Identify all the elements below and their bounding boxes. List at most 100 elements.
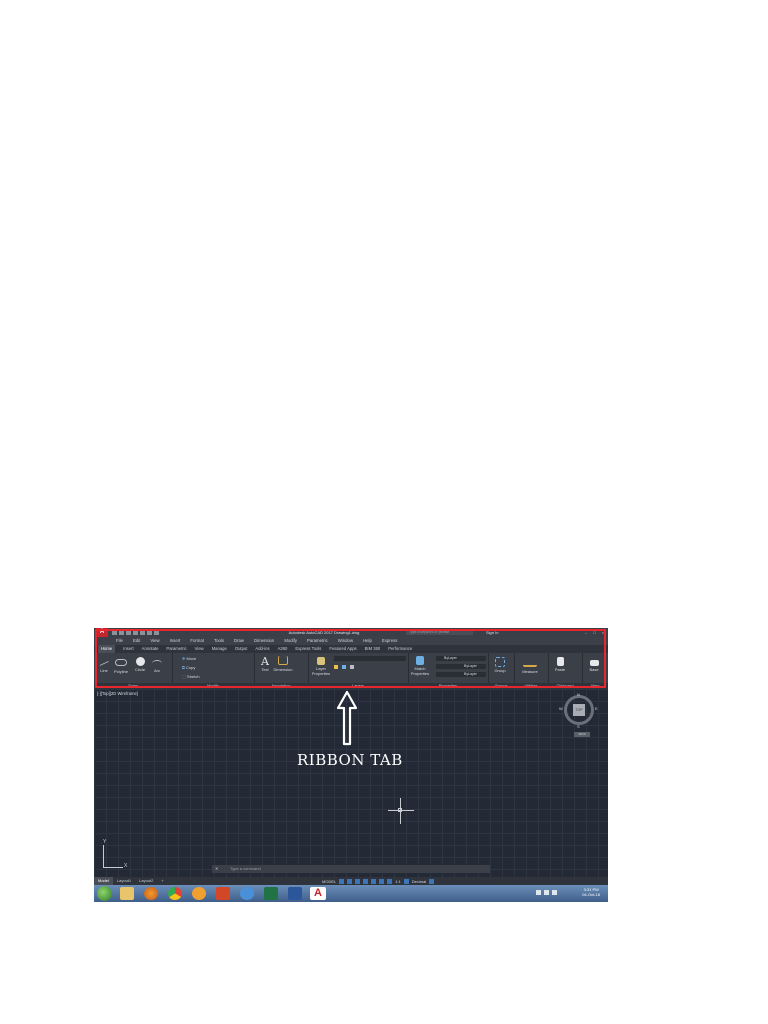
menu-bar: File Edit View Insert Format Tools Draw … [94,637,608,645]
color-dropdown[interactable]: ByLayer [436,656,486,661]
tab-parametric[interactable]: Parametric [166,645,186,653]
close-icon[interactable]: × [602,628,604,637]
tab-insert[interactable]: Insert [123,645,133,653]
lineweight-dropdown[interactable]: ByLayer [436,672,486,677]
units-button[interactable]: Decimal [412,879,426,884]
text-tool[interactable]: A Text [258,656,272,672]
menu-help[interactable]: Help [363,637,372,645]
dimension-tool[interactable]: Dimension [272,656,294,672]
linetype-dropdown[interactable]: ByLayer [436,664,486,669]
tab-manage[interactable]: Manage [212,645,227,653]
save-icon[interactable] [126,630,131,635]
menu-insert[interactable]: Insert [170,637,181,645]
arc-tool[interactable]: Arc [150,657,164,673]
snap-icon[interactable] [347,878,353,884]
tab-bim360[interactable]: BIM 360 [365,645,381,653]
taskbar-clock[interactable]: 3:31 PM 04-Oct-18 [582,887,600,897]
menu-draw[interactable]: Draw [234,637,244,645]
tab-express-tools[interactable]: Express Tools [295,645,321,653]
workspace-icon[interactable] [403,878,409,884]
tab-annotate[interactable]: Annotate [142,645,159,653]
firefox-icon[interactable] [144,887,158,900]
media-player-icon[interactable] [192,887,206,900]
saveas-icon[interactable] [133,630,138,635]
measure-tool[interactable]: Measure [518,657,542,674]
tab-view[interactable]: View [195,645,204,653]
command-line[interactable]: ✕ Type a command [212,865,490,873]
tab-addins[interactable]: Add-ins [255,645,269,653]
viewcube[interactable]: N S E W TOP [559,692,598,729]
autocad-taskbar-icon[interactable]: A [310,887,326,900]
menu-file[interactable]: File [116,637,123,645]
chrome-icon[interactable] [168,887,182,900]
ortho-icon[interactable] [355,878,361,884]
tab-featured-apps[interactable]: Featured Apps [329,645,356,653]
powerpoint-icon[interactable] [216,887,230,900]
otrack-icon[interactable] [379,878,385,884]
tab-a360[interactable]: A360 [278,645,288,653]
tray-flag-icon[interactable] [536,890,541,895]
layer-dropdown[interactable] [334,656,406,661]
circle-tool[interactable]: Circle [132,657,148,672]
file-explorer-icon[interactable] [120,887,134,900]
wcs-menu[interactable]: WCS [574,732,590,737]
viewport-controls-label[interactable]: [-][Top][2D Wireframe] [97,691,138,696]
menu-window[interactable]: Window [338,637,353,645]
measure-icon [523,661,537,667]
word-icon[interactable] [288,887,302,900]
start-button[interactable] [97,886,112,901]
layer-lock-icon[interactable] [350,665,354,669]
layout-tab-layout1[interactable]: Layout1 [113,877,135,885]
menu-tools[interactable]: Tools [214,637,224,645]
annotation-scale[interactable]: 1:1 [395,879,401,884]
open-icon[interactable] [119,630,124,635]
copy-tool[interactable]: ⧉ Copy [182,665,206,670]
menu-dimension[interactable]: Dimension [254,637,274,645]
move-tool[interactable]: ✥ Move [182,656,206,661]
autocad-logo[interactable]: A [96,628,108,637]
add-layout-button[interactable]: + [157,877,167,885]
layer-properties-tool[interactable]: Layer Properties [311,657,331,676]
tray-volume-icon[interactable] [552,890,557,895]
plot-icon[interactable] [140,630,145,635]
new-icon[interactable] [112,630,117,635]
excel-icon[interactable] [264,887,278,900]
grid-icon[interactable] [339,878,345,884]
menu-view[interactable]: View [150,637,159,645]
viewcube-top-face[interactable]: TOP [573,704,585,716]
tab-output[interactable]: Output [235,645,248,653]
search-input[interactable]: Type a keyword or phrase [406,630,473,635]
model-space-button[interactable]: MODEL [322,879,336,884]
osnap-icon[interactable] [371,878,377,884]
tab-home[interactable]: Home [98,645,116,653]
menu-express[interactable]: Express [382,637,398,645]
minimize-icon[interactable]: – [585,628,587,637]
menu-edit[interactable]: Edit [133,637,140,645]
redo-icon[interactable] [154,630,159,635]
menu-format[interactable]: Format [190,637,204,645]
menu-modify[interactable]: Modify [284,637,297,645]
layer-on-icon[interactable] [334,665,338,669]
command-input[interactable]: Type a command [230,866,261,871]
maximize-icon[interactable]: □ [593,628,595,637]
lineweight-icon[interactable] [387,878,393,884]
polyline-tool[interactable]: Polyline [112,657,130,674]
layer-freeze-icon[interactable] [342,665,346,669]
close-command-icon[interactable]: ✕ [215,865,218,873]
paste-tool[interactable]: Paste [552,657,568,672]
undo-icon[interactable] [147,630,152,635]
network-icon[interactable] [240,887,254,900]
group-tool[interactable]: Group [491,657,509,673]
line-tool[interactable]: Line [97,657,111,673]
layout-tab-model[interactable]: Model [94,877,113,885]
customize-icon[interactable] [429,878,435,884]
tray-network-icon[interactable] [544,890,549,895]
menu-parametric[interactable]: Parametric [307,637,328,645]
match-properties-tool[interactable]: Match Properties [410,656,430,676]
stretch-tool[interactable]: ⬚ Stretch [182,674,210,679]
sign-in-button[interactable]: Sign In [486,628,498,637]
tab-performance[interactable]: Performance [388,645,412,653]
base-tool[interactable]: Base [586,657,602,672]
layout-tab-layout2[interactable]: Layout2 [135,877,157,885]
polar-icon[interactable] [363,878,369,884]
